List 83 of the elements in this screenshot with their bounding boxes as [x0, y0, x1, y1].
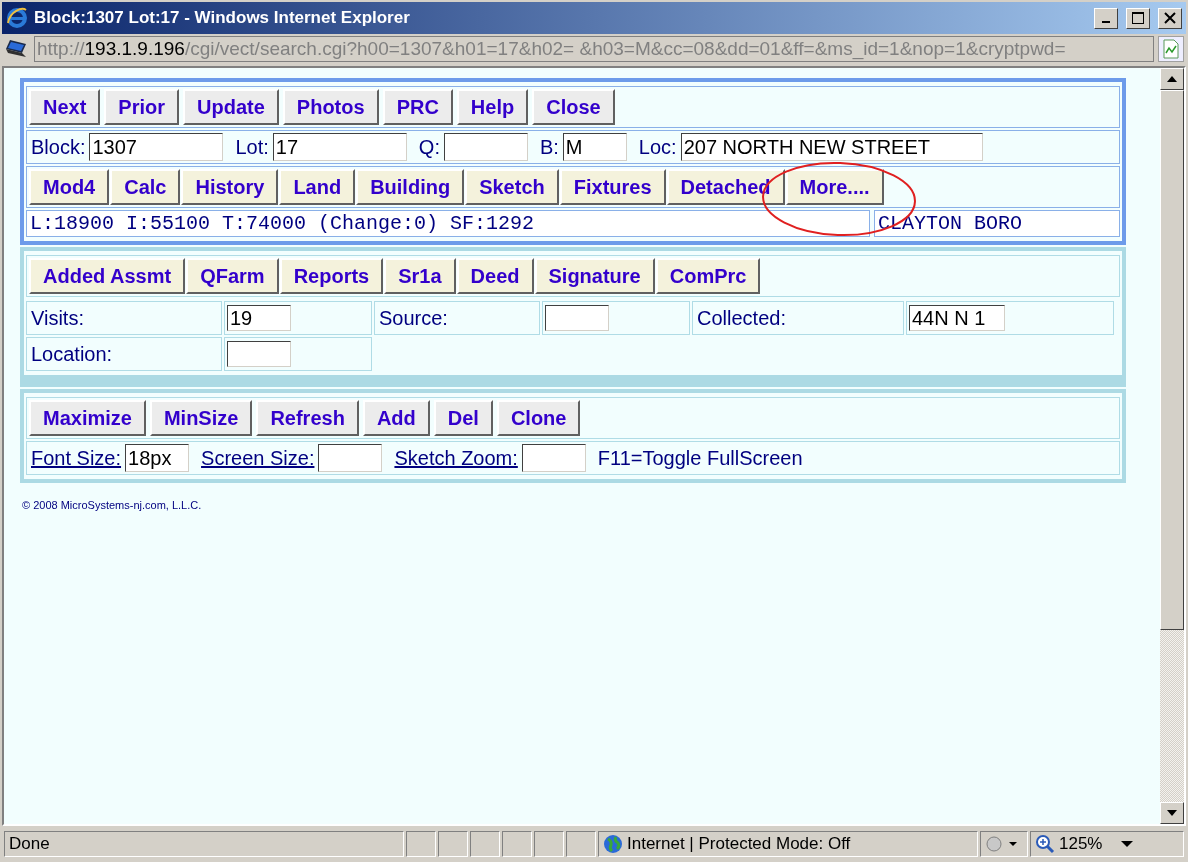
- tab-button[interactable]: Land: [279, 169, 356, 205]
- tab-button[interactable]: Building: [356, 169, 465, 205]
- field-label: Lot:: [235, 135, 269, 159]
- address-field[interactable]: http://193.1.9.196/cgi/vect/search.cgi?h00=1307&h01=17&h02= &h03=M&cc=08&dd=01&ff=&ms_id=1&nop=1&cryptpwd=: [34, 36, 1154, 62]
- status-pane: [438, 831, 468, 857]
- field-label: Collected:: [697, 306, 786, 330]
- nav-button[interactable]: Next: [29, 89, 101, 125]
- status-text: Done: [9, 834, 50, 854]
- tab-button[interactable]: Fixtures: [559, 169, 666, 205]
- minimize-button[interactable]: [1094, 7, 1118, 29]
- zoom-button[interactable]: 125%: [1030, 831, 1184, 857]
- nav-button[interactable]: PRC: [382, 89, 453, 125]
- up-arrow-icon: [1167, 76, 1177, 82]
- input-field[interactable]: [545, 305, 609, 331]
- browser-logo-icon: [6, 7, 28, 29]
- tab-button[interactable]: Mod4: [29, 169, 110, 205]
- scrollbar-thumb[interactable]: [1160, 90, 1184, 630]
- input-field[interactable]: M: [562, 133, 627, 161]
- input-field[interactable]: 17: [272, 133, 407, 161]
- input-field[interactable]: [521, 444, 586, 472]
- nav-button[interactable]: Update: [183, 89, 279, 125]
- tools-button[interactable]: [980, 831, 1028, 857]
- field-label: Location:: [31, 342, 113, 366]
- input-field[interactable]: 44N N 1: [909, 305, 1005, 331]
- minimize-icon: [1102, 21, 1110, 23]
- input-field[interactable]: 1307: [89, 133, 224, 161]
- status-pane: [470, 831, 500, 857]
- nav-button[interactable]: Help: [456, 89, 529, 125]
- window-title: Block:1307 Lot:17 - Windows Internet Explorer: [34, 8, 411, 28]
- nav-button[interactable]: Close: [532, 89, 615, 125]
- setting-link[interactable]: Sketch Zoom:: [394, 446, 518, 470]
- tab-button[interactable]: History: [181, 169, 279, 205]
- down-arrow-icon: [1167, 810, 1177, 816]
- tab-button[interactable]: ComPrc: [655, 258, 761, 294]
- status-pane: [502, 831, 532, 857]
- maximize-button[interactable]: [1126, 7, 1150, 29]
- setting-link[interactable]: Screen Size:: [201, 446, 315, 470]
- tab-button[interactable]: Sketch: [465, 169, 559, 205]
- maximize-icon: [1131, 11, 1145, 25]
- input-field[interactable]: 19: [227, 305, 291, 331]
- action-button[interactable]: Refresh: [256, 400, 359, 436]
- close-icon: [1163, 11, 1177, 25]
- nav-button[interactable]: Photos: [282, 89, 379, 125]
- close-button[interactable]: [1158, 7, 1182, 29]
- scroll-down-button[interactable]: [1160, 802, 1184, 824]
- status-pane: [534, 831, 564, 857]
- input-field[interactable]: 18px: [125, 444, 190, 472]
- field-label: Visits:: [31, 306, 84, 330]
- tab-button[interactable]: Signature: [534, 258, 655, 294]
- field-label: B:: [539, 135, 559, 159]
- security-zone-text: Internet | Protected Mode: Off: [627, 834, 851, 854]
- tab-button[interactable]: Calc: [110, 169, 181, 205]
- tab-button[interactable]: QFarm: [186, 258, 279, 294]
- status-pane: [566, 831, 596, 857]
- zoom-icon: [1035, 834, 1055, 854]
- action-button[interactable]: Clone: [496, 400, 581, 436]
- input-field[interactable]: [443, 133, 528, 161]
- value-summary: L:18900 I:55100 T:74000 (Change:0) SF:1292: [26, 210, 870, 237]
- tab-button[interactable]: Added Assmt: [29, 258, 186, 294]
- action-button[interactable]: Maximize: [29, 400, 146, 436]
- copyright-text: © 2008 MicroSystems-nj.com, L.L.C.: [22, 499, 203, 511]
- field-label: Source:: [379, 306, 448, 330]
- field-label: Q:: [418, 135, 440, 159]
- status-pane: [406, 831, 436, 857]
- input-field[interactable]: [318, 444, 383, 472]
- page-icon[interactable]: [1158, 36, 1184, 62]
- hint-text: F11=Toggle FullScreen: [597, 446, 803, 470]
- tab-button[interactable]: Sr1a: [384, 258, 456, 294]
- globe-icon: [603, 834, 623, 854]
- field-label: Loc:: [638, 135, 677, 159]
- input-field[interactable]: [227, 341, 291, 367]
- scroll-up-button[interactable]: [1160, 68, 1184, 90]
- input-field[interactable]: 207 NORTH NEW STREET: [680, 133, 983, 161]
- action-button[interactable]: Del: [433, 400, 493, 436]
- tab-button[interactable]: Reports: [279, 258, 384, 294]
- setting-link[interactable]: Font Size:: [31, 446, 122, 470]
- field-label: Block:: [31, 135, 86, 159]
- nav-button[interactable]: Prior: [104, 89, 180, 125]
- tab-button[interactable]: Deed: [456, 258, 534, 294]
- action-button[interactable]: MinSize: [149, 400, 253, 436]
- caret-icon: [1120, 840, 1135, 848]
- action-button[interactable]: Add: [362, 400, 430, 436]
- tab-button[interactable]: More....: [785, 169, 884, 205]
